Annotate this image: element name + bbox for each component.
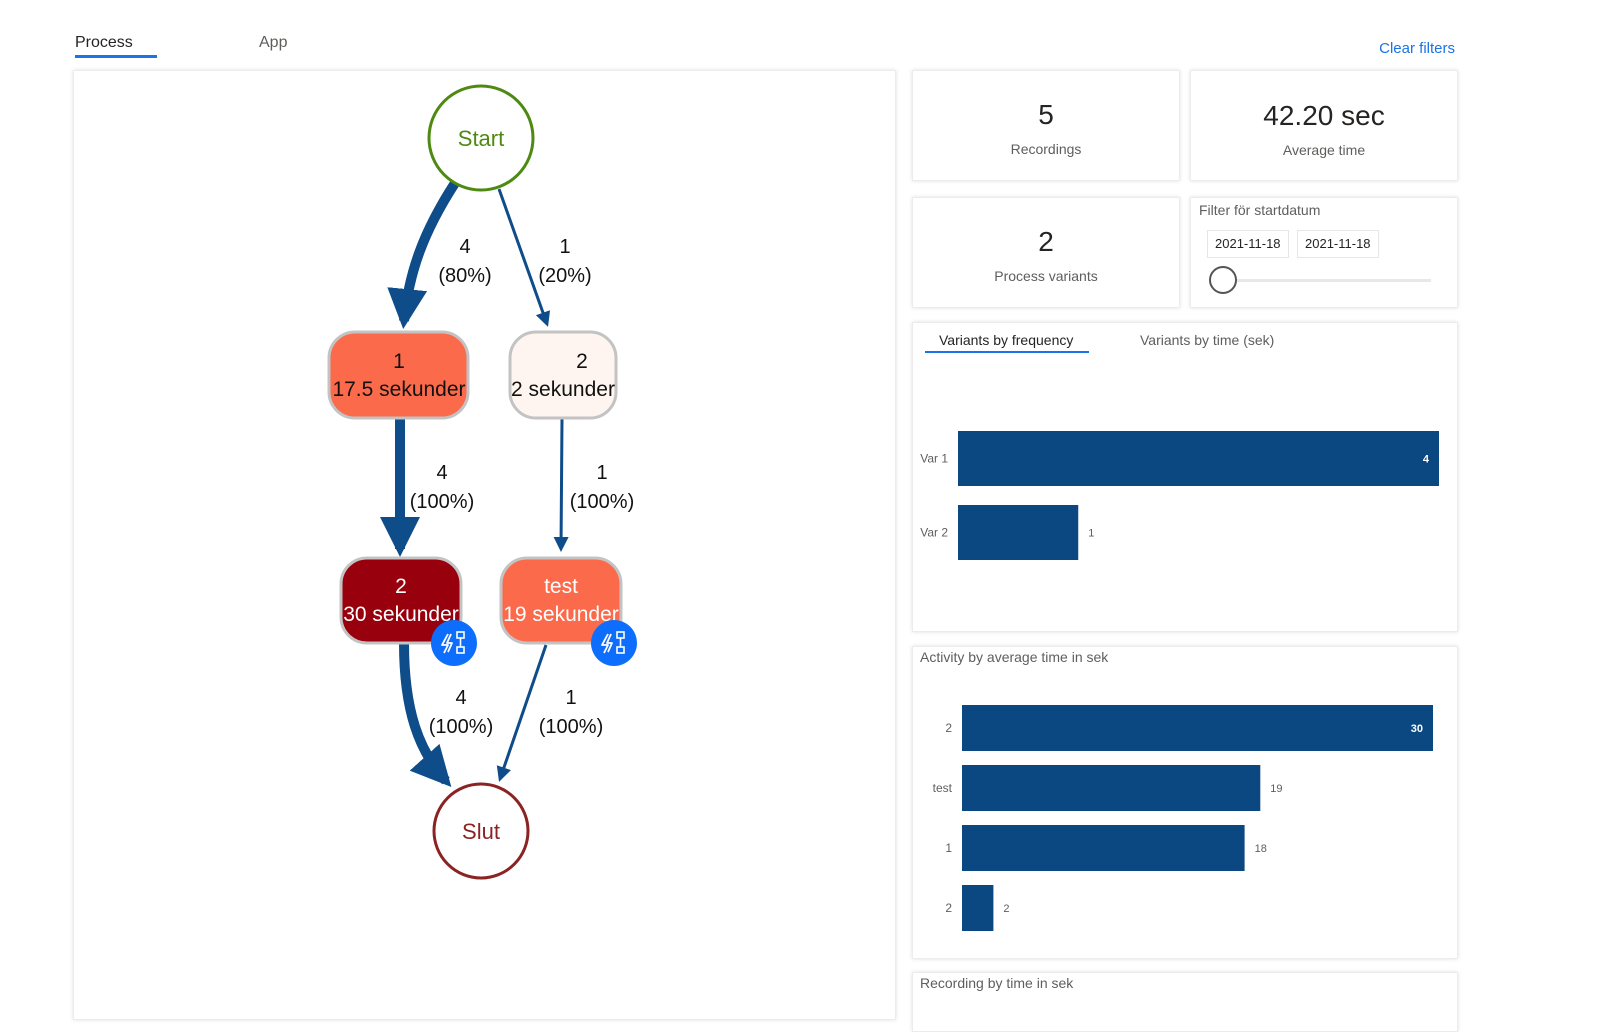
data-label: 4 (1423, 454, 1430, 466)
bar[interactable] (962, 705, 1433, 751)
bar[interactable] (962, 765, 1261, 811)
node-duration: 19 sekunder (503, 603, 619, 626)
edge-label-pct: (100%) (429, 716, 493, 738)
page-tabs: Process App (73, 34, 473, 60)
activity-bar-chart: 2 30 test 19 1 18 2 2 (933, 705, 1433, 931)
node-duration: 17.5 sekunder (332, 378, 465, 401)
edge-label-count: 4 (436, 462, 447, 484)
node-duration: 2 sekunder (511, 378, 615, 401)
node-title: 2 (576, 350, 588, 373)
clear-filters-link[interactable]: Clear filters (1379, 40, 1455, 57)
end-node[interactable]: Slut (432, 782, 530, 880)
process-map: 4 (80%) 1 (20%) 4 (100%) 1 (100%) 4 (100… (327, 84, 637, 880)
recordings-label: Recordings (1010, 141, 1082, 157)
automation-flow-icon[interactable] (431, 620, 477, 666)
edge-start-n1[interactable] (387, 180, 460, 329)
activity-node[interactable]: 2 2 sekunder (508, 330, 618, 420)
tab-app[interactable]: App (259, 34, 287, 56)
bar[interactable] (962, 825, 1245, 871)
category-label: test (933, 781, 953, 795)
end-label: Slut (462, 819, 500, 844)
process-map-panel: 4 (80%) 1 (20%) 4 (100%) 1 (100%) 4 (100… (73, 70, 896, 1020)
node-title: 2 (395, 575, 407, 598)
node-duration: 30 sekunder (343, 603, 459, 626)
edge-label-count: 1 (559, 236, 570, 258)
process-variants-value: 2 (1038, 226, 1054, 257)
data-label: 19 (1270, 783, 1282, 795)
recordings-value: 5 (1038, 99, 1054, 130)
edge-label-pct: (20%) (538, 265, 591, 287)
average-time-value: 42.20 sec (1263, 100, 1385, 131)
bar[interactable] (962, 885, 994, 931)
recordings-card: 5 Recordings (912, 70, 1180, 181)
category-label: Var 1 (920, 452, 948, 466)
date-filter-card: Filter för startdatum 2021-11-18 2021-11… (1190, 197, 1458, 308)
activity-node[interactable]: 1 17.5 sekunder (327, 330, 470, 420)
average-time-label: Average time (1282, 142, 1366, 158)
start-label: Start (458, 126, 504, 151)
category-label: Var 2 (920, 526, 948, 540)
data-label: 30 (1411, 723, 1423, 735)
activity-panel: Activity by average time in sek 2 30 test 1… (912, 646, 1458, 959)
start-node[interactable]: Start (427, 84, 535, 192)
edge-label-pct: (100%) (410, 491, 474, 513)
node-title: test (544, 575, 578, 598)
bar[interactable] (958, 505, 1079, 560)
data-label: 18 (1255, 843, 1267, 855)
process-variants-card: 2 Process variants (912, 197, 1180, 308)
tab-process[interactable]: Process (75, 34, 157, 58)
edge-label-pct: (80%) (438, 265, 491, 287)
process-variants-label: Process variants (994, 268, 1098, 284)
category-label: 2 (945, 721, 952, 735)
category-label: 2 (945, 901, 952, 915)
edge-label-pct: (100%) (570, 491, 634, 513)
data-label: 1 (1088, 528, 1094, 540)
average-time-card: 42.20 sec Average time (1190, 70, 1458, 181)
end-date-input[interactable]: 2021-11-18 (1297, 230, 1379, 258)
edge-n3-end[interactable] (399, 642, 452, 787)
node-title: 1 (393, 350, 405, 373)
start-date-input[interactable]: 2021-11-18 (1207, 230, 1289, 258)
edge-n2-n4[interactable] (553, 418, 569, 552)
data-label: 2 (1003, 903, 1009, 915)
date-slider-thumb[interactable] (1209, 266, 1237, 294)
automation-flow-icon[interactable] (591, 620, 637, 666)
category-label: 1 (945, 841, 952, 855)
edge-label-count: 1 (565, 687, 576, 709)
date-slider-track[interactable] (1211, 279, 1431, 282)
edge-start-n2[interactable] (497, 188, 551, 327)
edge-label-count: 4 (455, 687, 466, 709)
edge-label-pct: (100%) (539, 716, 603, 738)
variants-bar-chart: Var 1 4 Var 2 1 (920, 431, 1439, 560)
date-filter-title: Filter för startdatum (1199, 202, 1321, 218)
edge-n4-end[interactable] (496, 644, 548, 782)
edge-label-count: 1 (596, 462, 607, 484)
variants-panel: Variants by frequency Variants by time (… (912, 322, 1458, 632)
bar[interactable] (958, 431, 1439, 486)
edge-label-count: 4 (459, 236, 470, 258)
recording-chart-title: Recording by time in sek (920, 975, 1074, 991)
recording-panel: Recording by time in sek (912, 972, 1458, 1032)
